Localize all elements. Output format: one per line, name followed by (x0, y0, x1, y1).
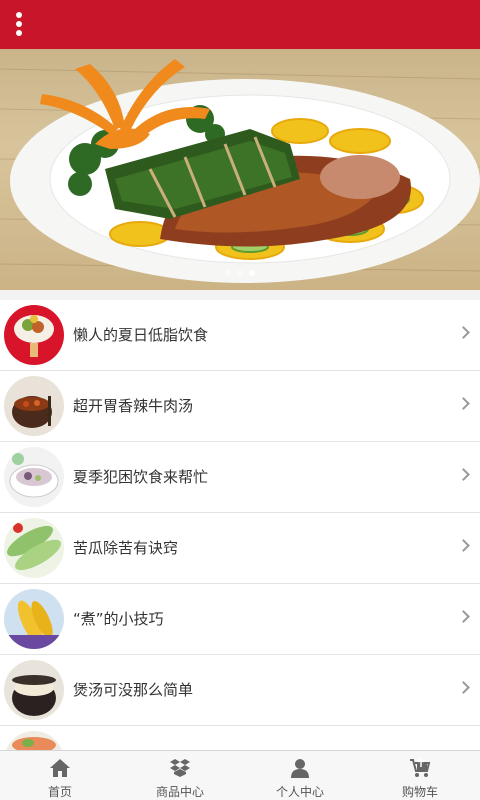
list-item[interactable]: 苦瓜除苦有诀窍 (0, 513, 480, 584)
chevron-right-icon (457, 326, 470, 339)
tab-profile[interactable]: 个人中心 (240, 751, 360, 800)
cart-icon (409, 757, 431, 779)
chevron-right-icon (457, 468, 470, 481)
article-thumbnail (4, 660, 64, 720)
list-item[interactable]: 夏季犯困饮食来帮忙 (0, 442, 480, 513)
carousel-dot-active[interactable] (249, 270, 255, 276)
tab-label: 个人中心 (275, 785, 324, 799)
tab-label: 首页 (47, 785, 72, 799)
chevron-right-icon (457, 610, 470, 623)
chevron-right-icon (457, 539, 470, 552)
article-title: 超开胃香辣牛肉汤 (73, 397, 194, 415)
tab-label: 商品中心 (155, 785, 204, 799)
box-icon (169, 757, 191, 779)
article-thumbnail (4, 447, 64, 507)
article-list: 懒人的夏日低脂饮食 超开胃香辣牛肉汤 夏季犯困饮食来帮忙 苦瓜除苦有诀窍 “煮”… (0, 300, 480, 750)
article-title: 懒人的夏日低脂饮食 (73, 326, 209, 344)
top-bar (0, 0, 480, 49)
article-thumbnail (4, 731, 64, 750)
chevron-right-icon (457, 681, 470, 694)
tab-home[interactable]: 首页 (0, 751, 120, 800)
tab-products[interactable]: 商品中心 (120, 751, 240, 800)
carousel-indicator (0, 270, 480, 276)
article-title: 煲汤可没那么简单 (73, 681, 194, 699)
list-item[interactable]: 超开胃香辣牛肉汤 (0, 371, 480, 442)
list-item[interactable]: 懒人的夏日低脂饮食 (0, 300, 480, 371)
carousel-dot[interactable] (225, 270, 231, 276)
more-menu-button[interactable] (8, 8, 32, 40)
user-icon (289, 757, 311, 779)
banner-image (0, 59, 480, 283)
banner-carousel[interactable] (0, 49, 480, 290)
section-divider (0, 290, 480, 300)
list-item[interactable]: 煲汤可没那么简单 (0, 655, 480, 726)
article-thumbnail (4, 518, 64, 578)
carousel-dot[interactable] (237, 270, 243, 276)
app-screen: 懒人的夏日低脂饮食 超开胃香辣牛肉汤 夏季犯困饮食来帮忙 苦瓜除苦有诀窍 “煮”… (0, 0, 480, 800)
article-title: 夏季犯困饮食来帮忙 (73, 468, 209, 486)
article-title: “煮”的小技巧 (73, 610, 164, 628)
article-thumbnail (4, 589, 64, 649)
bottom-tab-bar: 首页 商品中心 个人中心 购物车 (0, 750, 480, 800)
article-thumbnail (4, 305, 64, 365)
article-thumbnail (4, 376, 64, 436)
home-icon (49, 757, 71, 779)
tab-cart[interactable]: 购物车 (360, 751, 480, 800)
chevron-right-icon (457, 397, 470, 410)
list-item[interactable] (0, 726, 480, 750)
tab-label: 购物车 (401, 785, 438, 799)
list-item[interactable]: “煮”的小技巧 (0, 584, 480, 655)
article-title: 苦瓜除苦有诀窍 (73, 539, 179, 557)
